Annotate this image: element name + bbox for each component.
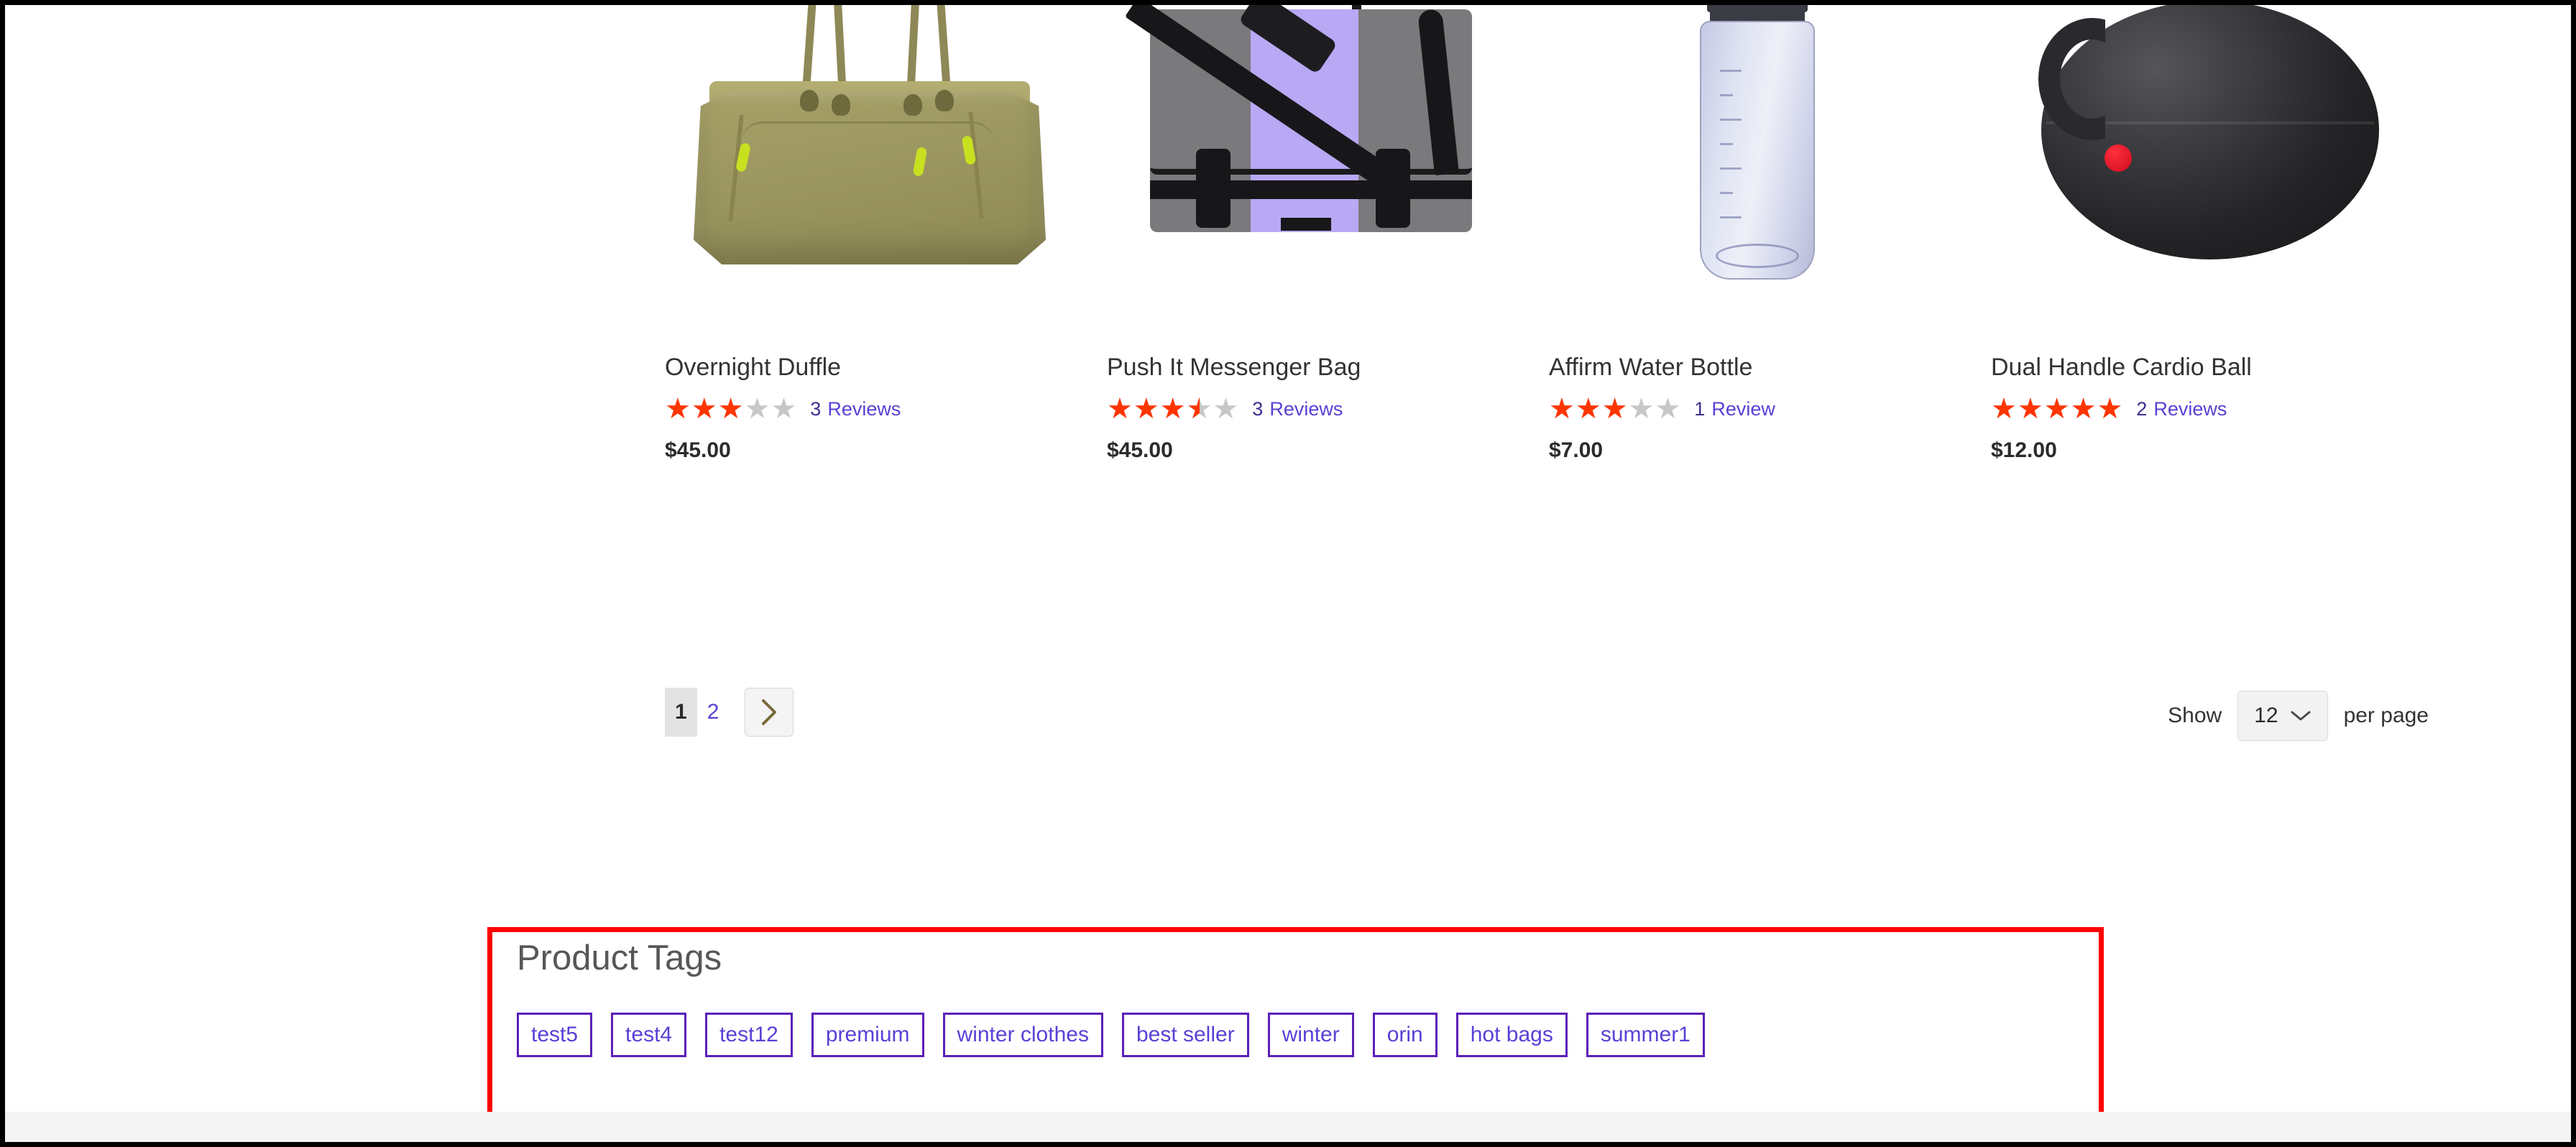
- star-rating-fill: ★★★★★: [1107, 397, 1200, 422]
- product-tags-section: Product Tags test5 test4 test12 premium …: [517, 939, 2084, 1057]
- rating-summary[interactable]: ★★★★★ ★★★★★ 3 Reviews: [1107, 392, 1549, 426]
- rating-summary[interactable]: ★★★★★ ★★★★★ 2 Reviews: [1991, 392, 2433, 426]
- product-info: Overnight Duffle ★★★★★ ★★★★★ 3 Reviews $…: [665, 346, 1107, 463]
- reviews-link[interactable]: Reviews: [2153, 398, 2227, 420]
- product-name-link[interactable]: Push It Messenger Bag: [1107, 354, 1361, 381]
- tag-item[interactable]: orin: [1372, 1012, 1438, 1057]
- limiter: Show 12 per page: [2168, 691, 2429, 741]
- product-info: Affirm Water Bottle ★★★★★ ★★★★★ 1 Review…: [1549, 346, 1991, 463]
- footer-band: [5, 1112, 2571, 1142]
- star-rating-icon: ★★★★★ ★★★★★: [1991, 392, 2124, 426]
- product-tags-title: Product Tags: [517, 939, 722, 977]
- tag-item[interactable]: winter clothes: [942, 1012, 1103, 1057]
- olive-duffle-bag-icon: [672, 5, 1075, 318]
- product-info: Dual Handle Cardio Ball ★★★★★ ★★★★★ 2 Re…: [1991, 346, 2433, 463]
- page-1-current: 1: [665, 688, 697, 737]
- product-price: $12.00: [1991, 438, 2057, 463]
- tag-item[interactable]: summer1: [1586, 1012, 1705, 1057]
- tag-item[interactable]: premium: [811, 1012, 924, 1057]
- page-canvas: Overnight Duffle ★★★★★ ★★★★★ 3 Reviews $…: [5, 5, 2571, 1142]
- product-image-push-it-messenger-bag[interactable]: [1107, 5, 1549, 346]
- product-price: $45.00: [665, 438, 731, 463]
- star-rating-fill: ★★★★★: [665, 397, 745, 422]
- review-count: 3: [1252, 397, 1264, 420]
- chevron-right-icon: [759, 698, 779, 727]
- product-info: Push It Messenger Bag ★★★★★ ★★★★★ 3 Revi…: [1107, 346, 1549, 463]
- next-page-button[interactable]: [745, 688, 794, 737]
- tag-item[interactable]: best seller: [1121, 1012, 1249, 1057]
- product-image-overnight-duffle[interactable]: [665, 5, 1107, 346]
- tag-item[interactable]: winter: [1267, 1012, 1354, 1057]
- review-count: 3: [810, 397, 822, 420]
- product-grid: Overnight Duffle ★★★★★ ★★★★★ 3 Reviews $…: [665, 5, 2433, 463]
- product-name-link[interactable]: Dual Handle Cardio Ball: [1991, 354, 2252, 381]
- product-price: $7.00: [1549, 438, 1604, 463]
- product-image-dual-handle-cardio-ball[interactable]: [1991, 5, 2433, 346]
- product-card[interactable]: Dual Handle Cardio Ball ★★★★★ ★★★★★ 2 Re…: [1991, 5, 2433, 463]
- black-cardio-ball-icon: [2012, 5, 2415, 318]
- show-label: Show: [2168, 704, 2222, 727]
- reviews-link[interactable]: Reviews: [827, 398, 901, 420]
- product-price: $45.00: [1107, 438, 1173, 463]
- per-page-value: 12: [2254, 704, 2278, 727]
- review-count: 2: [2136, 397, 2148, 420]
- tag-item[interactable]: test4: [611, 1012, 687, 1057]
- tag-item[interactable]: test12: [705, 1012, 793, 1057]
- product-card[interactable]: Affirm Water Bottle ★★★★★ ★★★★★ 1 Review…: [1549, 5, 1991, 463]
- star-rating-fill: ★★★★★: [1991, 397, 2124, 422]
- star-rating-icon: ★★★★★ ★★★★★: [1107, 392, 1240, 426]
- rating-summary[interactable]: ★★★★★ ★★★★★ 1 Review: [1549, 392, 1991, 426]
- per-page-select[interactable]: 12: [2237, 691, 2328, 741]
- reviews-link[interactable]: Review: [1711, 398, 1775, 420]
- toolbar-bottom: 1 2 Show 12 per page: [5, 688, 2571, 767]
- product-card[interactable]: Push It Messenger Bag ★★★★★ ★★★★★ 3 Revi…: [1107, 5, 1549, 463]
- star-rating-icon: ★★★★★ ★★★★★: [1549, 392, 1682, 426]
- tag-item[interactable]: test5: [517, 1012, 593, 1057]
- reviews-link[interactable]: Reviews: [1269, 398, 1343, 420]
- page-2-link[interactable]: 2: [697, 688, 730, 737]
- review-count: 1: [1694, 397, 1706, 420]
- product-tags-list: test5 test4 test12 premium winter clothe…: [517, 1012, 2084, 1057]
- per-page-label: per page: [2343, 704, 2429, 727]
- gray-purple-messenger-bag-icon: [1117, 5, 1519, 318]
- chevron-down-icon: [2290, 704, 2312, 728]
- star-rating-fill: ★★★★★: [1549, 397, 1629, 422]
- product-image-affirm-water-bottle[interactable]: [1549, 5, 1991, 346]
- product-name-link[interactable]: Affirm Water Bottle: [1549, 354, 1752, 381]
- star-rating-icon: ★★★★★ ★★★★★: [665, 392, 798, 426]
- rating-summary[interactable]: ★★★★★ ★★★★★ 3 Reviews: [665, 392, 1107, 426]
- product-card[interactable]: Overnight Duffle ★★★★★ ★★★★★ 3 Reviews $…: [665, 5, 1107, 463]
- page-frame: Overnight Duffle ★★★★★ ★★★★★ 3 Reviews $…: [0, 0, 2576, 1147]
- clear-water-bottle-icon: [1621, 5, 1908, 318]
- tag-item[interactable]: hot bags: [1455, 1012, 1568, 1057]
- product-name-link[interactable]: Overnight Duffle: [665, 354, 841, 381]
- pagination: 1 2: [665, 688, 794, 737]
